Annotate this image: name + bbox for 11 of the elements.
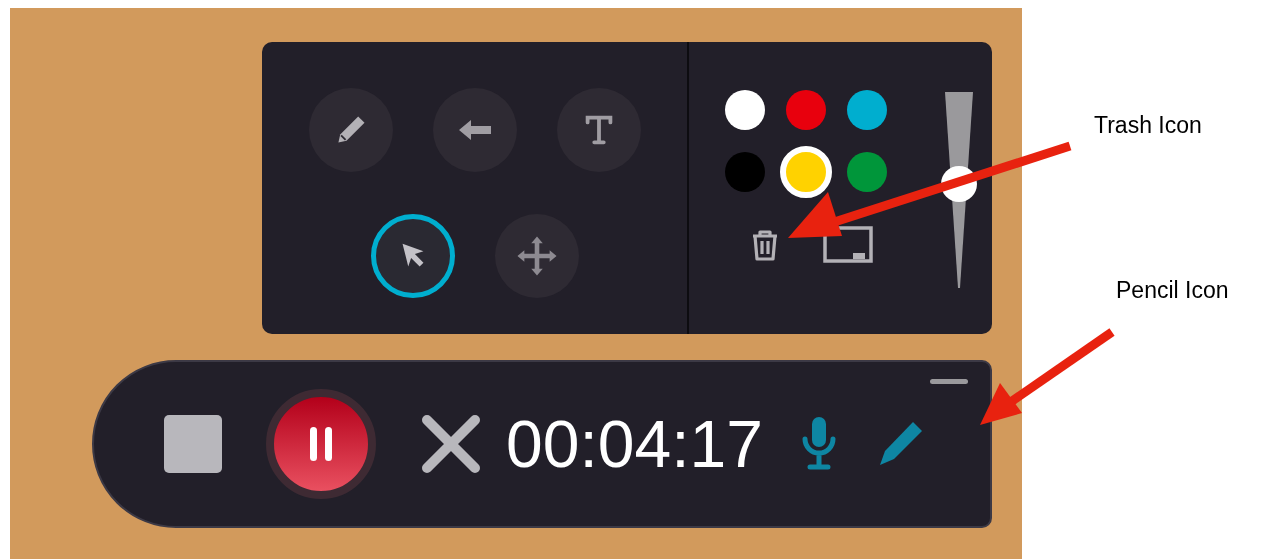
color-swatch[interactable] (847, 90, 887, 130)
color-swatch[interactable] (725, 152, 765, 192)
color-swatch[interactable] (780, 146, 832, 198)
color-swatch[interactable] (725, 90, 765, 130)
elapsed-time: 00:04:17 (506, 406, 763, 482)
color-swatch[interactable] (847, 152, 887, 192)
close-icon[interactable] (421, 414, 481, 474)
color-swatch[interactable] (786, 90, 826, 130)
callout-label: Trash Icon (1094, 112, 1202, 139)
callout-label: Pencil Icon (1116, 277, 1229, 304)
brush-size-slider[interactable] (944, 90, 974, 290)
